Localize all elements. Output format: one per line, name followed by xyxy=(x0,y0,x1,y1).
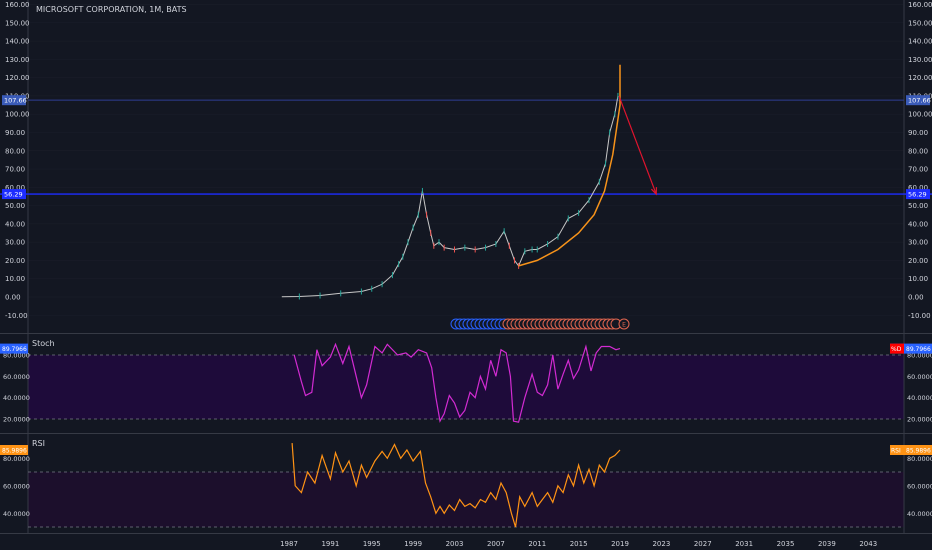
rsi-y-tick-right: 80.0000 xyxy=(907,455,932,463)
rsi-last-value-right: 85.9896 xyxy=(906,448,931,455)
stoch-band xyxy=(28,355,904,419)
price-badge-right-label: 107.66 xyxy=(908,97,931,105)
price-y-tick-left: 40.00 xyxy=(5,220,25,228)
rsi-y-tick-left: 80.0000 xyxy=(3,455,30,463)
rsi-badge-label: RSI xyxy=(891,448,901,455)
x-tick-label: 1987 xyxy=(280,540,298,548)
x-tick-label: 2027 xyxy=(694,540,712,548)
price-y-tick-left: 140.00 xyxy=(5,38,30,46)
x-tick-label: 2011 xyxy=(528,540,546,548)
chart-root: -10.00 -10.00 0.00 0.00 10.00 10.00 20.00 20.00… xyxy=(0,0,932,550)
x-tick-label: 1991 xyxy=(321,540,339,548)
stoch-y-tick-right: 20.0000 xyxy=(907,416,932,424)
stoch-label: Stoch xyxy=(32,339,55,348)
rsi-band xyxy=(28,472,904,527)
price-y-tick-left: 80.00 xyxy=(5,147,25,155)
stoch-y-tick-left: 20.0000 xyxy=(3,416,30,424)
rsi-y-tick-left: 40.0000 xyxy=(3,510,30,518)
price-y-tick-left: 20.00 xyxy=(5,257,25,265)
price-y-tick-left: 120.00 xyxy=(5,74,30,82)
price-y-tick-right: 10.00 xyxy=(908,275,928,283)
price-y-tick-right: 40.00 xyxy=(908,220,928,228)
x-tick-label: 2019 xyxy=(611,540,629,548)
price-badge-left-label: 107.66 xyxy=(4,97,27,105)
rsi-label: RSI xyxy=(32,439,45,448)
price-y-tick-right: 30.00 xyxy=(908,239,928,247)
event-last-label: E xyxy=(622,322,626,329)
price-y-tick-right: 80.00 xyxy=(908,147,928,155)
price-y-tick-left: 130.00 xyxy=(5,56,30,64)
x-tick-label: 2023 xyxy=(652,540,670,548)
price-y-tick-right: -10.00 xyxy=(908,312,931,320)
stoch-y-tick-left: 60.0000 xyxy=(3,373,30,381)
x-tick-label: 1999 xyxy=(404,540,422,548)
price-y-tick-left: 150.00 xyxy=(5,19,30,27)
price-y-tick-left: 100.00 xyxy=(5,111,30,119)
price-y-tick-right: 20.00 xyxy=(908,257,928,265)
price-y-tick-right: 90.00 xyxy=(908,129,928,137)
price-y-tick-right: 140.00 xyxy=(908,38,932,46)
chart-svg: -10.00 -10.00 0.00 0.00 10.00 10.00 20.00 20.00… xyxy=(0,0,932,550)
price-y-tick-left: 90.00 xyxy=(5,129,25,137)
price-y-tick-right: 50.00 xyxy=(908,202,928,210)
stoch-y-tick-right: 60.0000 xyxy=(907,373,932,381)
stoch-last-value-right: 89.7966 xyxy=(906,346,931,353)
rsi-y-tick-right: 40.0000 xyxy=(907,510,932,518)
x-tick-label: 2015 xyxy=(570,540,588,548)
stoch-y-tick-left: 40.0000 xyxy=(3,394,30,402)
chart-title: MICROSOFT CORPORATION, 1M, BATS xyxy=(36,5,187,14)
price-y-tick-left: 50.00 xyxy=(5,202,25,210)
price-y-tick-right: 0.00 xyxy=(908,294,924,302)
price-y-tick-left: -10.00 xyxy=(5,312,28,320)
x-tick-label: 2043 xyxy=(859,540,877,548)
rsi-y-tick-left: 60.0000 xyxy=(3,482,30,490)
x-tick-label: 1995 xyxy=(363,540,381,548)
price-y-tick-right: 160.00 xyxy=(908,1,932,9)
price-y-tick-right: 100.00 xyxy=(908,111,932,119)
price-y-tick-left: 160.00 xyxy=(5,1,30,9)
price-y-tick-left: 30.00 xyxy=(5,239,25,247)
price-y-tick-left: 70.00 xyxy=(5,166,25,174)
stoch-y-tick-right: 40.0000 xyxy=(907,394,932,402)
x-tick-label: 2003 xyxy=(446,540,464,548)
price-y-tick-right: 120.00 xyxy=(908,74,932,82)
background xyxy=(0,0,932,550)
rsi-last-value-left: 85.9896 xyxy=(2,448,27,455)
rsi-y-tick-right: 60.0000 xyxy=(907,482,932,490)
price-y-tick-left: 10.00 xyxy=(5,275,25,283)
x-tick-label: 2031 xyxy=(735,540,753,548)
price-badge-left-label: 56.29 xyxy=(4,191,23,199)
stoch-last-value-left: 89.7966 xyxy=(2,346,27,353)
x-tick-label: 2035 xyxy=(777,540,795,548)
stoch-badge-label: %D xyxy=(891,346,902,353)
price-y-tick-right: 130.00 xyxy=(908,56,932,64)
price-badge-right-label: 56.29 xyxy=(908,191,927,199)
x-tick-label: 2007 xyxy=(487,540,505,548)
x-tick-label: 2039 xyxy=(818,540,836,548)
price-y-tick-left: 0.00 xyxy=(5,294,21,302)
price-y-tick-right: 150.00 xyxy=(908,19,932,27)
price-y-tick-right: 70.00 xyxy=(908,166,928,174)
